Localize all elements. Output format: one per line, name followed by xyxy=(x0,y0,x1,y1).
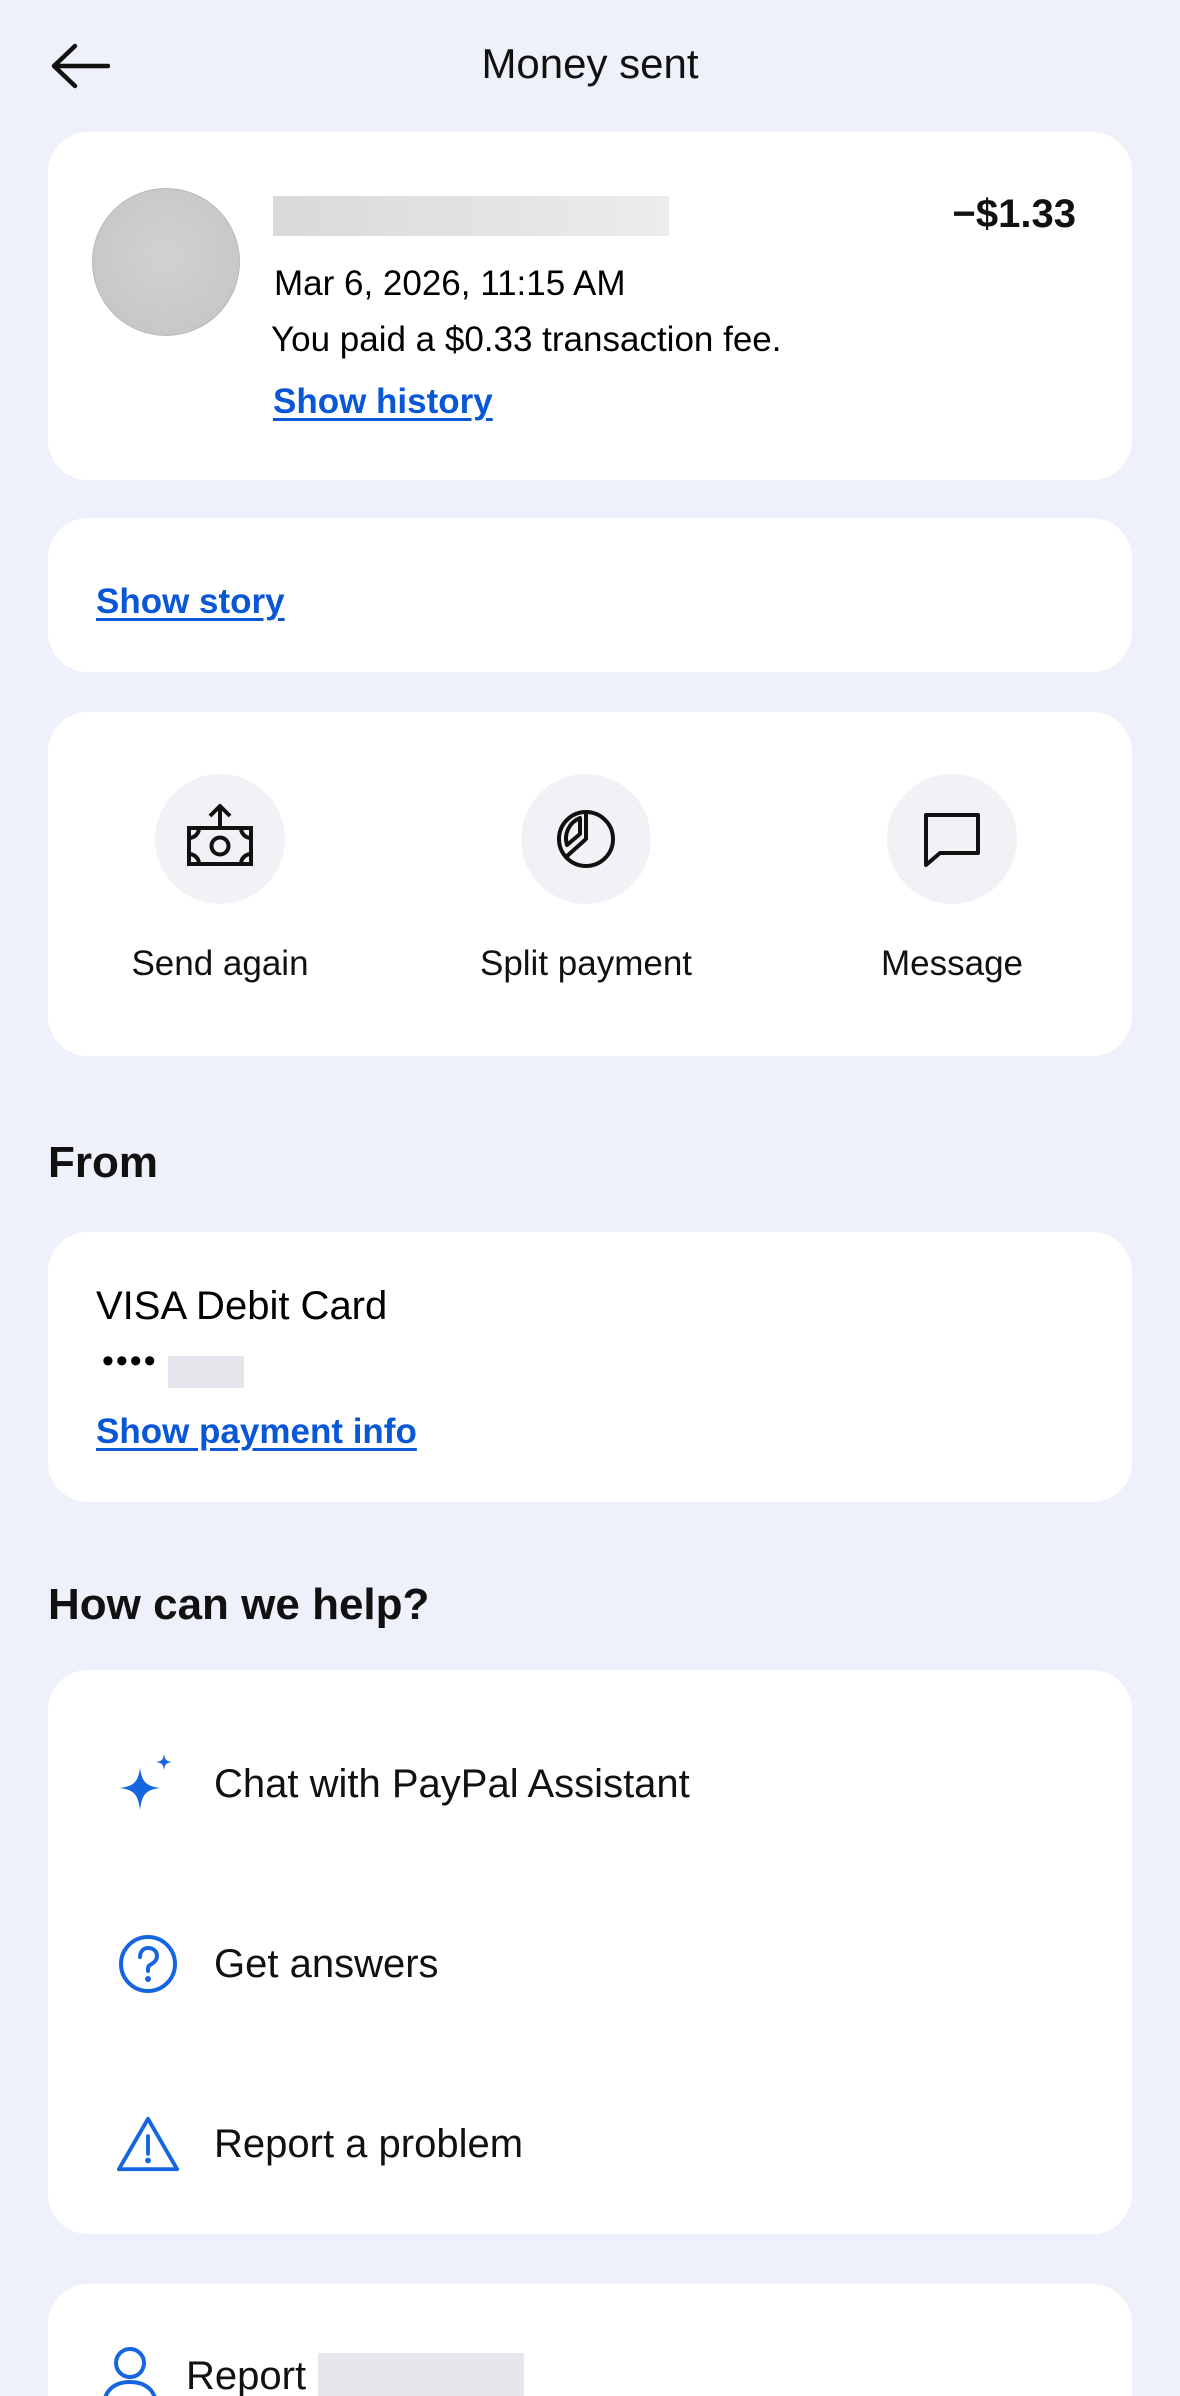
help-card: Chat with PayPal Assistant Get answers R… xyxy=(48,1670,1132,2234)
header: Money sent xyxy=(0,0,1180,130)
person-icon xyxy=(98,2344,162,2396)
story-card: Show story xyxy=(48,518,1132,672)
transaction-date: Mar 6, 2026, 11:15 AM xyxy=(274,264,626,303)
page-title: Money sent xyxy=(481,40,699,87)
show-payment-info-link[interactable]: Show payment info xyxy=(96,1412,417,1452)
actions-card: Send again Split payment Message xyxy=(48,712,1132,1056)
transaction-amount: −$1.33 xyxy=(952,192,1076,236)
card-number-mask: •••• xyxy=(102,1342,158,1380)
send-again-button[interactable]: Send again xyxy=(70,774,370,984)
get-answers-label: Get answers xyxy=(214,1941,439,1986)
chat-assistant-item[interactable]: Chat with PayPal Assistant xyxy=(116,1744,1076,1824)
split-payment-label: Split payment xyxy=(479,944,693,983)
get-answers-item[interactable]: Get answers xyxy=(116,1924,1076,2004)
recipient-name-redacted xyxy=(273,196,669,236)
question-circle-icon xyxy=(116,1932,180,1996)
send-again-label: Send again xyxy=(131,944,309,983)
report-user-card: Report xyxy=(48,2284,1132,2396)
message-icon xyxy=(924,813,980,867)
sparkle-icon xyxy=(116,1752,180,1816)
send-again-icon-circle xyxy=(155,774,285,904)
message-icon-circle xyxy=(887,774,1017,904)
send-money-icon xyxy=(187,804,253,866)
report-problem-label: Report a problem xyxy=(214,2121,524,2166)
card-number-redacted xyxy=(168,1356,244,1388)
report-user-item[interactable]: Report xyxy=(98,2336,525,2396)
report-user-label: Report xyxy=(186,2353,307,2396)
help-heading: How can we help? xyxy=(48,1580,430,1629)
transaction-card: −$1.33 Mar 6, 2026, 11:15 AM You paid a … xyxy=(48,132,1132,480)
split-payment-icon-circle xyxy=(521,774,651,904)
payment-source-card: VISA Debit Card •••• Show payment info xyxy=(48,1232,1132,1502)
warning-triangle-icon xyxy=(116,2112,180,2176)
card-name: VISA Debit Card xyxy=(96,1284,388,1328)
reported-user-name-redacted xyxy=(318,2353,525,2396)
message-button[interactable]: Message xyxy=(802,774,1102,984)
show-story-link[interactable]: Show story xyxy=(96,582,285,622)
pie-chart-icon xyxy=(557,810,615,868)
transaction-fee: You paid a $0.33 transaction fee. xyxy=(271,320,782,359)
avatar xyxy=(92,188,240,336)
report-problem-item[interactable]: Report a problem xyxy=(116,2104,1076,2184)
show-history-link[interactable]: Show history xyxy=(273,382,493,422)
chat-assistant-label: Chat with PayPal Assistant xyxy=(214,1761,690,1806)
from-heading: From xyxy=(48,1138,158,1187)
message-label: Message xyxy=(880,944,1024,983)
split-payment-button[interactable]: Split payment xyxy=(436,774,736,984)
